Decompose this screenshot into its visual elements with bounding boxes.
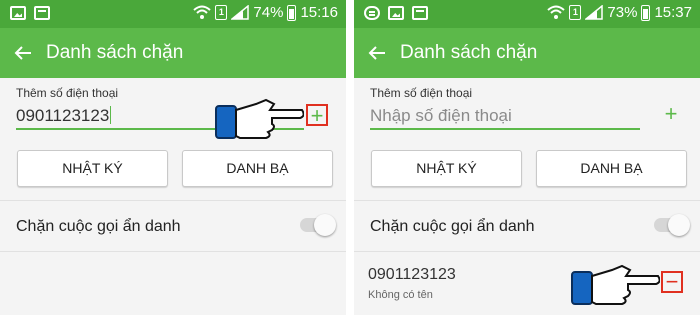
status-bar: 1 74% 15:16 [0,0,346,28]
back-arrow-icon[interactable] [12,42,34,64]
divider [0,251,346,252]
page-title: Danh sách chặn [46,42,184,63]
block-anonymous-toggle[interactable] [300,214,336,236]
sim-icon: 1 [569,5,582,20]
signal-icon [231,5,250,20]
phone-number-input[interactable]: Nhập số điện thoại [370,100,640,130]
contacts-button[interactable]: DANH BẠ [536,150,687,187]
calendar-notification-icon [412,6,428,20]
blocked-contact-name: Không có tên [368,289,433,301]
phone-input-label: Thêm số điện thoại [16,86,119,100]
battery-percent: 73% [607,4,638,21]
phone-screen-after: 1 73% 15:37 Danh sách chặn Thêm số điện … [354,0,700,315]
page-title: Danh sách chặn [400,42,538,63]
remove-number-button[interactable]: − [661,271,683,293]
calendar-notification-icon [34,6,50,20]
battery-icon [641,4,651,21]
gallery-notification-icon [10,6,26,20]
app-bar: Danh sách chặn [354,28,700,78]
clock: 15:16 [300,4,338,21]
phone-screen-before: 1 74% 15:16 Danh sách chặn Thêm số điện … [0,0,346,315]
block-anonymous-label: Chặn cuộc gọi ẩn danh [370,218,535,235]
battery-percent: 74% [253,4,284,21]
wifi-icon [547,5,566,19]
divider [0,200,346,201]
signal-icon [585,5,604,20]
log-button[interactable]: NHẬT KÝ [17,150,168,187]
toggle-knob [668,214,690,236]
phone-number-value: 0901123123 [16,106,110,125]
pointing-hand-icon [215,98,304,139]
toggle-knob [314,214,336,236]
add-number-button[interactable]: + [306,104,328,127]
divider [354,200,700,201]
gallery-notification-icon [388,6,404,20]
message-notification-icon [364,6,380,20]
screenshot-comparison: 1 74% 15:16 Danh sách chặn Thêm số điện … [0,0,700,315]
block-anonymous-toggle[interactable] [654,214,690,236]
app-bar: Danh sách chặn [0,28,346,78]
clock: 15:37 [654,4,692,21]
text-cursor [110,106,112,124]
blocked-number: 0901123123 [368,266,456,283]
contacts-button[interactable]: DANH BẠ [182,150,333,187]
phone-input-label: Thêm số điện thoại [370,86,473,100]
block-anonymous-label: Chặn cuộc gọi ẩn danh [16,218,181,235]
wifi-icon [193,5,212,19]
sim-icon: 1 [215,5,228,20]
divider [354,251,700,252]
log-button[interactable]: NHẬT KÝ [371,150,522,187]
battery-icon [287,4,297,21]
back-arrow-icon[interactable] [366,42,388,64]
pointing-hand-icon [571,264,660,305]
add-number-button[interactable]: + [660,103,682,126]
status-bar: 1 73% 15:37 [354,0,700,28]
